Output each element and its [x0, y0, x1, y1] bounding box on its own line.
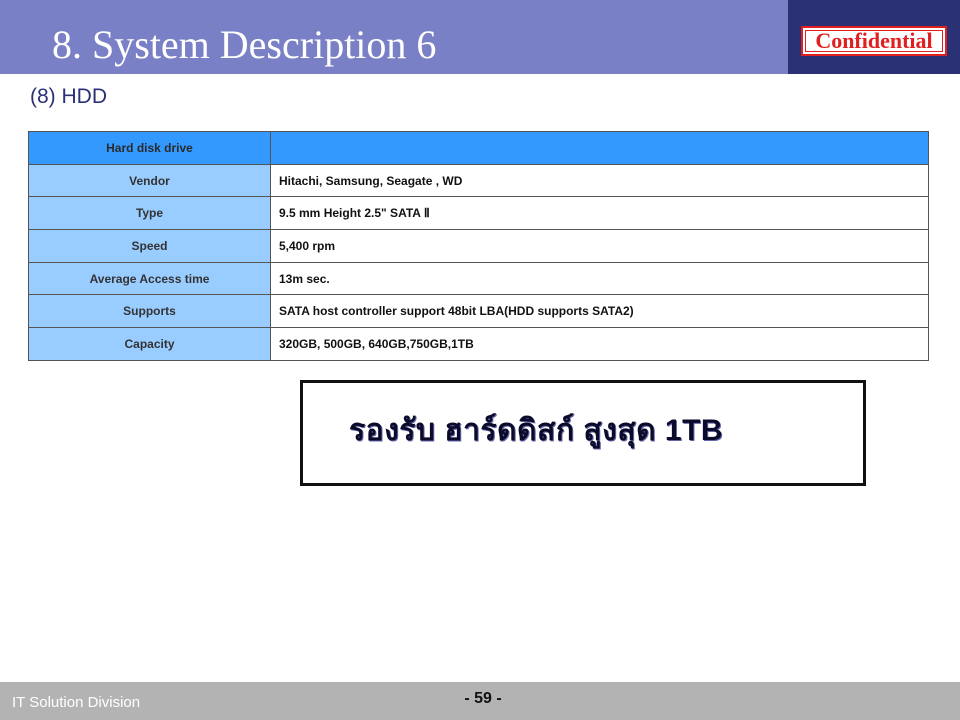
row-value: 13m sec.	[270, 261, 929, 296]
row-label: Capacity	[28, 327, 271, 361]
table-row: Supports SATA host controller support 48…	[28, 294, 929, 329]
footer-division: IT Solution Division	[12, 694, 141, 711]
row-label: Speed	[28, 229, 271, 263]
row-label: Hard disk drive	[28, 131, 271, 165]
row-label: Type	[28, 196, 271, 231]
page-number: - 59 -	[464, 690, 502, 707]
row-label: Vendor	[28, 163, 271, 198]
table-row: Average Access time 13m sec.	[28, 261, 929, 296]
table-row: Type 9.5 mm Height 2.5" SATA Ⅱ	[28, 196, 929, 231]
row-label: Supports	[28, 294, 271, 329]
table-row: Vendor Hitachi, Samsung, Seagate , WD	[28, 163, 929, 198]
row-value: 5,400 rpm	[270, 229, 929, 263]
table-row: Capacity 320GB, 500GB, 640GB,750GB,1TB	[28, 327, 929, 361]
row-value: 320GB, 500GB, 640GB,750GB,1TB	[270, 327, 929, 361]
row-value: SATA host controller support 48bit LBA(H…	[270, 294, 929, 329]
hdd-spec-table: Hard disk drive Vendor Hitachi, Samsung,…	[28, 131, 929, 361]
confidential-badge: Confidential	[801, 26, 947, 56]
callout-box: รองรับ ฮาร์ดดิสก์ สูงสุด 1TB	[300, 380, 866, 486]
row-value: 9.5 mm Height 2.5" SATA Ⅱ	[270, 196, 929, 231]
row-value: Hitachi, Samsung, Seagate , WD	[270, 163, 929, 198]
table-row: Speed 5,400 rpm	[28, 229, 929, 263]
section-subtitle: (8) HDD	[30, 85, 107, 108]
table-row: Hard disk drive	[28, 131, 929, 165]
row-label: Average Access time	[28, 261, 271, 296]
row-value	[270, 131, 929, 165]
callout-text: รองรับ ฮาร์ดดิสก์ สูงสุด 1TB	[349, 414, 724, 447]
page-title: 8. System Description 6	[52, 22, 437, 67]
